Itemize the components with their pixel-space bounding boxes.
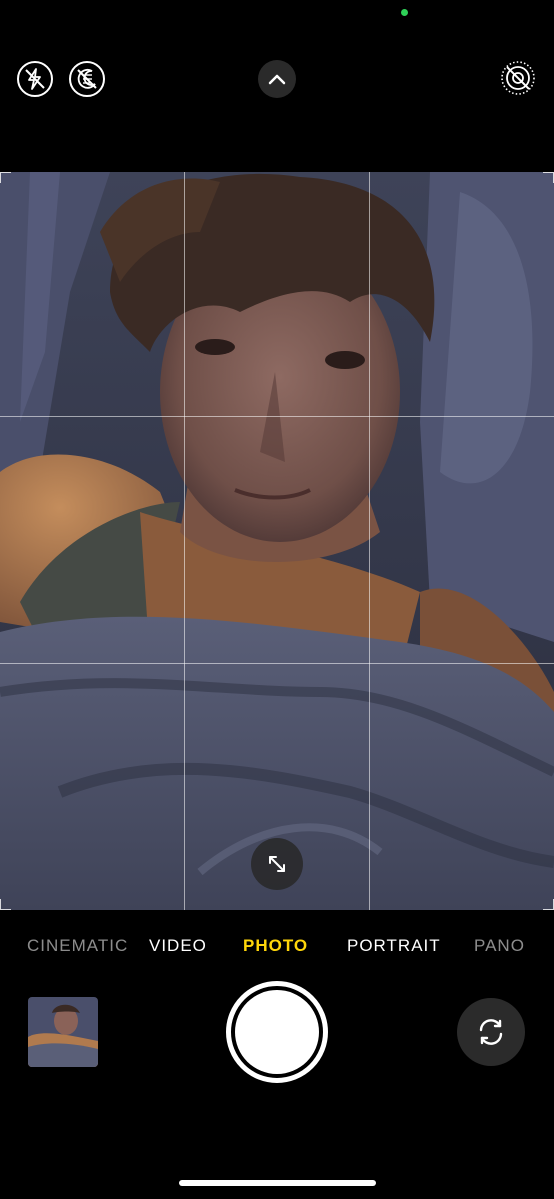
night-mode-off-icon (77, 68, 97, 89)
grid-line-horizontal-1 (0, 416, 554, 417)
thumbnail-image (28, 997, 98, 1067)
viewfinder-preview-image (0, 172, 554, 910)
mode-pano[interactable]: PANO (474, 936, 525, 956)
top-controls-bar (0, 0, 554, 170)
expand-view-button[interactable] (251, 838, 303, 890)
mode-photo[interactable]: PHOTO (243, 936, 308, 956)
grid-line-vertical-1 (184, 172, 185, 910)
camera-mode-selector: CINEMATIC VIDEO PHOTO PORTRAIT PANO (0, 928, 554, 964)
camera-controls-toggle-button[interactable] (258, 60, 296, 98)
flip-camera-button[interactable] (457, 998, 525, 1066)
frame-corner-top-left (0, 172, 11, 183)
shutter-button[interactable] (226, 981, 328, 1083)
frame-corner-top-right (543, 172, 554, 183)
mode-video[interactable]: VIDEO (149, 936, 207, 956)
expand-arrows-icon (269, 856, 285, 872)
flash-toggle-button[interactable] (17, 61, 53, 97)
mode-portrait[interactable]: PORTRAIT (347, 936, 441, 956)
last-photo-thumbnail[interactable] (28, 997, 98, 1067)
frame-corner-bottom-right (543, 899, 554, 910)
live-photo-toggle-button[interactable] (500, 60, 536, 96)
flip-camera-icon (479, 1019, 503, 1045)
frame-corner-bottom-left (0, 899, 11, 910)
flash-off-icon (25, 68, 45, 90)
shutter-button-inner (235, 990, 319, 1074)
live-photo-off-icon (501, 61, 535, 95)
mode-cinematic[interactable]: CINEMATIC (27, 936, 128, 956)
chevron-up-icon (268, 74, 286, 85)
camera-viewfinder[interactable] (0, 172, 554, 910)
home-indicator[interactable] (179, 1180, 376, 1186)
night-mode-toggle-button[interactable] (69, 61, 105, 97)
grid-line-horizontal-2 (0, 663, 554, 664)
grid-line-vertical-2 (369, 172, 370, 910)
